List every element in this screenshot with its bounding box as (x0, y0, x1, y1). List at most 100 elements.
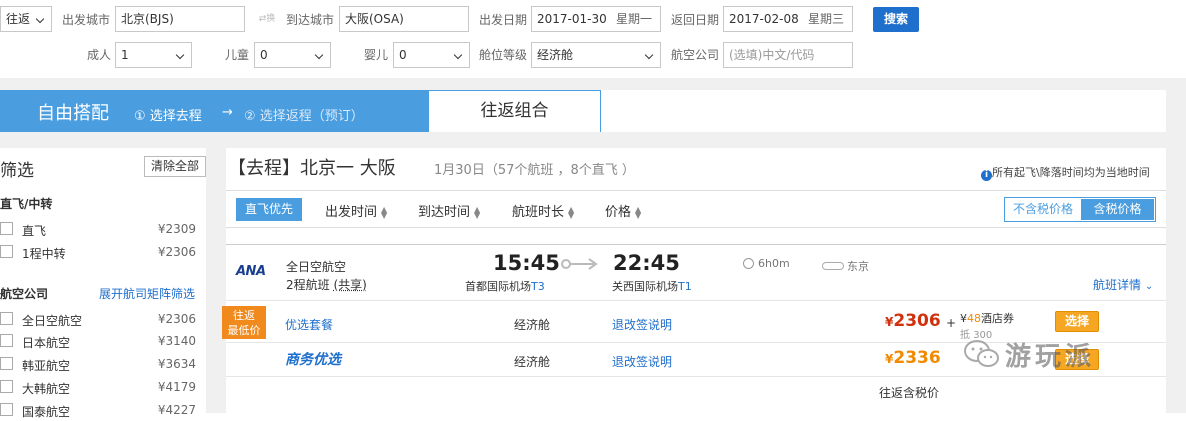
hotel-voucher: ¥48酒店券 (960, 312, 1014, 325)
sort-label: 航班时长 (512, 205, 565, 220)
checkbox[interactable] (0, 357, 13, 370)
wechat-icon (964, 340, 999, 367)
airline-label: 航空公司 (671, 48, 720, 62)
filter-item-airline[interactable]: 日本航空 ¥3140 (0, 330, 206, 352)
child-label: 儿童 (225, 48, 250, 62)
depart-date-label: 出发日期 (479, 13, 528, 27)
sort-arrive-time[interactable]: 到达时间 ▲ ▼ (418, 201, 480, 220)
depart-airport: 首都国际机场T3 (465, 280, 545, 293)
checkbox[interactable] (0, 403, 13, 416)
sort-direct-first[interactable]: 直飞优先 (236, 198, 302, 221)
depart-date-input[interactable]: 2017-01-30 星期一 (531, 6, 661, 32)
fare-cabin: 经济舱 (514, 355, 551, 369)
filter-item-airline[interactable]: 国泰航空 ¥4227 (0, 399, 206, 421)
airline-input[interactable]: (选填)中文/代码 (723, 42, 853, 68)
filter-item-one-stop[interactable]: 1程中转 ¥2306 (0, 241, 206, 263)
fare-price: ¥2336 (885, 348, 941, 368)
search-button[interactable]: 搜索 (873, 7, 919, 32)
info-icon: i (981, 170, 992, 181)
airline-matrix-link[interactable]: 展开航司矩阵筛选 (99, 285, 195, 302)
incl-tax-option[interactable]: 含税价格 (1081, 199, 1154, 220)
price-value: 2306 (893, 311, 941, 331)
fare-package-link[interactable]: 优选套餐 (285, 316, 333, 333)
depart-terminal: T3 (531, 280, 545, 293)
filter-item-label: 国泰航空 (22, 405, 71, 419)
fare-rules-link[interactable]: 退改签说明 (612, 316, 672, 333)
filter-item-label: 直飞 (22, 224, 47, 238)
step-select-return: ② 选择返程（预订） (244, 109, 364, 124)
flight-arrow-icon (560, 257, 600, 271)
price-value: 2336 (893, 348, 941, 368)
depart-weekday: 星期一 (615, 12, 652, 26)
sort-bar: 直飞优先 出发时间 ▲ ▼ 到达时间 ▲ ▼ 航班时长 ▲ ▼ 价格 ▲ ▼ 不含税价格 含税价… (226, 190, 1166, 228)
filter-item-label: 大韩航空 (22, 382, 71, 396)
sort-arrows-icon: ▲ ▼ (635, 204, 642, 220)
round-trip-combo-tab[interactable]: 往返组合 (428, 90, 601, 132)
filter-item-airline[interactable]: 韩亚航空 ¥3634 (0, 353, 206, 375)
swap-cities-icon[interactable]: ⇄换 (257, 11, 277, 27)
fare-rules-link[interactable]: 退改签说明 (612, 353, 672, 370)
filter-item-airline[interactable]: 全日空航空 ¥2306 (0, 308, 206, 330)
arrive-airport: 关西国际机场T1 (612, 280, 692, 293)
business-select-package[interactable]: 商务优选 (285, 349, 341, 369)
search-bar: 往返 出发城市 北京(BJS) ⇄换 到达城市 大阪(OSA) 出发日期 201… (0, 0, 1166, 78)
filter-item-price: ¥2306 (157, 312, 196, 326)
infant-select[interactable]: 0 (393, 42, 470, 68)
return-date-input[interactable]: 2017-02-08 星期三 (723, 6, 853, 32)
badge-line: 往返 (233, 309, 255, 322)
duration-text: 6h0m (758, 257, 790, 270)
codeshare-link[interactable]: (共享) (333, 278, 366, 292)
watermark: 游玩派 (963, 334, 1163, 378)
clear-all-button[interactable]: 清除全部 (144, 156, 206, 177)
filter-item-price: ¥4179 (157, 380, 196, 394)
leg-info: 2程航班 (共享) (286, 276, 367, 293)
sort-label: 价格 (605, 205, 632, 220)
sort-arrows-icon: ▲ ▼ (381, 204, 388, 220)
airline-section-title: 航空公司 (0, 287, 49, 301)
voucher-label: 酒店券 (981, 312, 1014, 325)
filter-item-price: ¥2309 (157, 222, 196, 236)
select-fare-button[interactable]: 选择 (1055, 311, 1099, 332)
flight-details-link[interactable]: 航班详情 ⌄ (1093, 276, 1153, 293)
fare-cabin: 经济舱 (514, 318, 551, 332)
lowest-price-badge: 往返 最低价 (222, 306, 266, 339)
to-city-input[interactable]: 大阪(OSA) (339, 6, 469, 32)
checkbox[interactable] (0, 312, 13, 325)
filter-item-direct[interactable]: 直飞 ¥2309 (0, 218, 206, 240)
voucher-value: 48 (967, 312, 981, 325)
to-city-label: 到达城市 (286, 13, 335, 27)
excl-tax-option[interactable]: 不含税价格 (1005, 198, 1081, 221)
cabin-select[interactable]: 经济舱 (531, 42, 661, 68)
round-trip-tax-note: 往返含税价 (879, 386, 940, 400)
direct-section-title: 直飞/中转 (0, 197, 53, 211)
filter-item-airline[interactable]: 大韩航空 ¥4179 (0, 376, 206, 398)
route-title: 北京一 大阪 (300, 158, 396, 179)
adult-select[interactable]: 1 (115, 42, 192, 68)
filter-item-price: ¥3140 (157, 334, 196, 348)
step-arrow: → (222, 105, 233, 120)
sort-price[interactable]: 价格 ▲ ▼ (605, 201, 641, 220)
divider (226, 300, 1166, 301)
badge-line: 最低价 (227, 324, 261, 337)
checkbox[interactable] (0, 245, 13, 258)
arrive-time: 22:45 (613, 251, 680, 275)
arrive-terminal: T1 (678, 280, 692, 293)
free-combo-tab[interactable]: 自由搭配 ① 选择去程 → ② 选择返程（预订） (0, 90, 428, 132)
clock-icon (743, 258, 754, 269)
airline-logo: ANA (236, 264, 266, 279)
from-city-input[interactable]: 北京(BJS) (115, 6, 245, 32)
trip-type-select[interactable]: 往返 (0, 6, 52, 32)
child-select[interactable]: 0 (254, 42, 331, 68)
checkbox[interactable] (0, 222, 13, 235)
sort-duration[interactable]: 航班时长 ▲ ▼ (512, 201, 574, 220)
checkbox[interactable] (0, 334, 13, 347)
checkbox[interactable] (0, 380, 13, 393)
filter-item-label: 全日空航空 (22, 314, 83, 328)
duration: 6h0m (743, 257, 790, 270)
step-select-outbound: ① 选择去程 (134, 109, 202, 124)
adult-label: 成人 (87, 48, 112, 62)
airline-name: 全日空航空 (286, 260, 347, 274)
sort-depart-time[interactable]: 出发时间 ▲ ▼ (325, 201, 387, 220)
stopover-icon (822, 262, 844, 270)
filter-item-price: ¥2306 (157, 245, 196, 259)
